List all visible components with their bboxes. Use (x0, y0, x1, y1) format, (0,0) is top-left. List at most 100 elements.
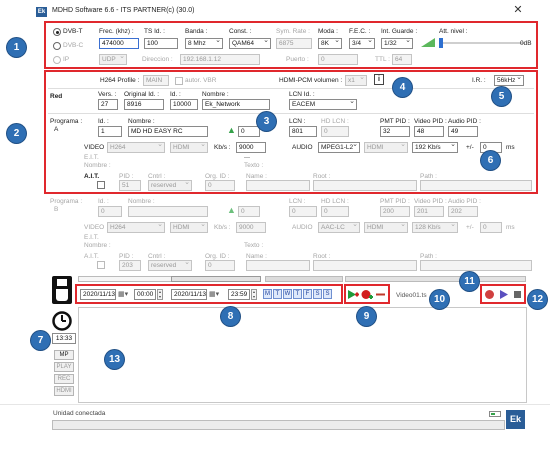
day-sun[interactable]: S (323, 289, 332, 299)
b-pmt-input[interactable]: 200 (380, 206, 410, 217)
dvbc-radio[interactable] (53, 42, 61, 50)
start-time-input[interactable]: 00:00 (134, 289, 156, 300)
kbs-input[interactable]: 9000 (236, 142, 266, 153)
timeline-slider[interactable] (171, 276, 261, 282)
ait-path-input[interactable] (420, 180, 532, 191)
const-select[interactable]: QAM64 (229, 38, 271, 49)
b-hdlcn-input[interactable]: 0 (321, 206, 349, 217)
video-codec-select[interactable]: H264 (107, 142, 165, 153)
ait-checkbox[interactable] (97, 181, 105, 189)
video-out-select[interactable]: HDMI (170, 142, 208, 153)
audio-out-select[interactable]: HDMI (364, 142, 408, 153)
video-pid-input[interactable]: 48 (414, 126, 444, 137)
moda-select[interactable]: 8K (318, 38, 342, 49)
fec-select[interactable]: 3/4 (349, 38, 375, 49)
att-slider-track[interactable] (440, 42, 524, 44)
b-num-input[interactable]: 0 (238, 206, 260, 217)
b-ait-path-input[interactable] (420, 260, 532, 271)
b-video-codec-select[interactable]: H264 (107, 222, 165, 233)
ip-proto-select[interactable]: UDP (99, 54, 127, 65)
prog-nombre-input[interactable]: MD HD EASY RC (128, 126, 208, 137)
usb-icon[interactable] (52, 276, 72, 304)
audio-codec-select[interactable]: MPEG1-L2 (318, 142, 360, 153)
autor-vbr-checkbox[interactable] (175, 77, 183, 85)
play-icon[interactable] (498, 289, 509, 300)
banda-select[interactable]: 8 Mhz (185, 38, 223, 49)
cntrl-select[interactable]: reserved (148, 180, 192, 191)
b-kbs-input[interactable]: 9000 (236, 222, 266, 233)
net-nombre-input[interactable]: Ek_Network (202, 99, 270, 110)
b-delay-input[interactable]: 0 (480, 222, 502, 233)
freq-input[interactable]: 474000 (99, 38, 139, 49)
b-audio-out-select[interactable]: HDMI (364, 222, 408, 233)
start-date-input[interactable]: 2020/11/13 (80, 289, 116, 300)
b-ait-checkbox[interactable] (97, 261, 105, 269)
b-id-input[interactable]: 0 (98, 206, 122, 217)
ait-pid-input[interactable]: 51 (119, 180, 141, 191)
b-apid-input[interactable]: 202 (448, 206, 478, 217)
tsid-input[interactable]: 100 (144, 38, 178, 49)
lcn-input[interactable]: 801 (289, 126, 317, 137)
day-fri[interactable]: F (303, 289, 312, 299)
calendar-icon[interactable]: ▦▾ (118, 289, 128, 300)
ttl-input[interactable]: 64 (392, 54, 412, 65)
b-audio-codec-select[interactable]: AAC-LC (318, 222, 360, 233)
b-cntrl-select[interactable]: reserved (148, 260, 192, 271)
b-nombre-input[interactable] (128, 206, 208, 217)
play-button[interactable]: PLAY (54, 362, 74, 372)
b-audio-rate-select[interactable]: 128 Kb/s (412, 222, 458, 233)
ait-root-input[interactable] (313, 180, 417, 191)
org-id-input[interactable]: 0 (205, 180, 235, 191)
b-ait-name-input[interactable] (246, 260, 310, 271)
b-ait-root-input[interactable] (313, 260, 417, 271)
ir-select[interactable]: 56kHz (494, 75, 524, 86)
close-icon[interactable]: ✕ (512, 4, 524, 16)
ait-name-input[interactable] (246, 180, 310, 191)
remove-icon[interactable] (375, 289, 386, 300)
audio-pid-input[interactable]: 49 (448, 126, 478, 137)
mp-button[interactable]: MP (54, 350, 74, 360)
puerto-input[interactable]: 0 (318, 54, 358, 65)
day-thu[interactable]: T (293, 289, 302, 299)
lcn-id-select[interactable]: EACEM (289, 99, 357, 110)
b-lcn-input[interactable]: 0 (289, 206, 317, 217)
prog-id-input[interactable]: 1 (98, 126, 122, 137)
guarde-select[interactable]: 1/32 (381, 38, 413, 49)
user-add-icon[interactable]: ▲ (227, 125, 236, 136)
day-sat[interactable]: S (313, 289, 322, 299)
b-org-id-input[interactable]: 0 (205, 260, 235, 271)
end-time-spinner[interactable] (251, 289, 257, 300)
b-video-out-select[interactable]: HDMI (170, 222, 208, 233)
calendar-icon[interactable]: ▦▾ (209, 289, 219, 300)
info-icon[interactable]: i (374, 74, 384, 85)
hdlcn-input[interactable]: 0 (321, 126, 349, 137)
record-icon[interactable] (484, 289, 495, 300)
b-ait-pid-input[interactable]: 203 (119, 260, 141, 271)
user-add-icon[interactable]: ▲ (227, 205, 236, 216)
stop-icon[interactable] (512, 289, 523, 300)
day-wed[interactable]: W (283, 289, 292, 299)
pmt-pid-input[interactable]: 32 (380, 126, 410, 137)
dir-input[interactable]: 192.168.1.12 (180, 54, 260, 65)
day-tue[interactable]: T (273, 289, 282, 299)
att-slider-thumb[interactable] (439, 38, 443, 48)
symrate-input[interactable]: 6875 (276, 38, 312, 49)
orig-id-input[interactable]: 8916 (124, 99, 164, 110)
b-vpid-input[interactable]: 201 (414, 206, 444, 217)
start-time-spinner[interactable] (157, 289, 163, 300)
rec-button[interactable]: REC (54, 374, 74, 384)
net-id-input[interactable]: 10000 (170, 99, 198, 110)
dvbt-radio[interactable] (53, 28, 61, 36)
day-mon[interactable]: M (263, 289, 272, 299)
play-add-icon[interactable] (347, 289, 359, 300)
prog-num-input[interactable]: 0 (238, 126, 260, 137)
hdmi-volume-select[interactable]: x1 (345, 75, 367, 86)
record-add-icon[interactable] (361, 289, 373, 300)
schedule-list[interactable] (78, 307, 527, 403)
end-time-input[interactable]: 23:59 (228, 289, 250, 300)
h264-input[interactable]: MAIN (143, 75, 169, 86)
vers-input[interactable]: 27 (98, 99, 118, 110)
end-date-input[interactable]: 2020/11/13 (171, 289, 207, 300)
ip-radio[interactable] (53, 56, 61, 64)
audio-rate-select[interactable]: 192 Kb/s (412, 142, 458, 153)
